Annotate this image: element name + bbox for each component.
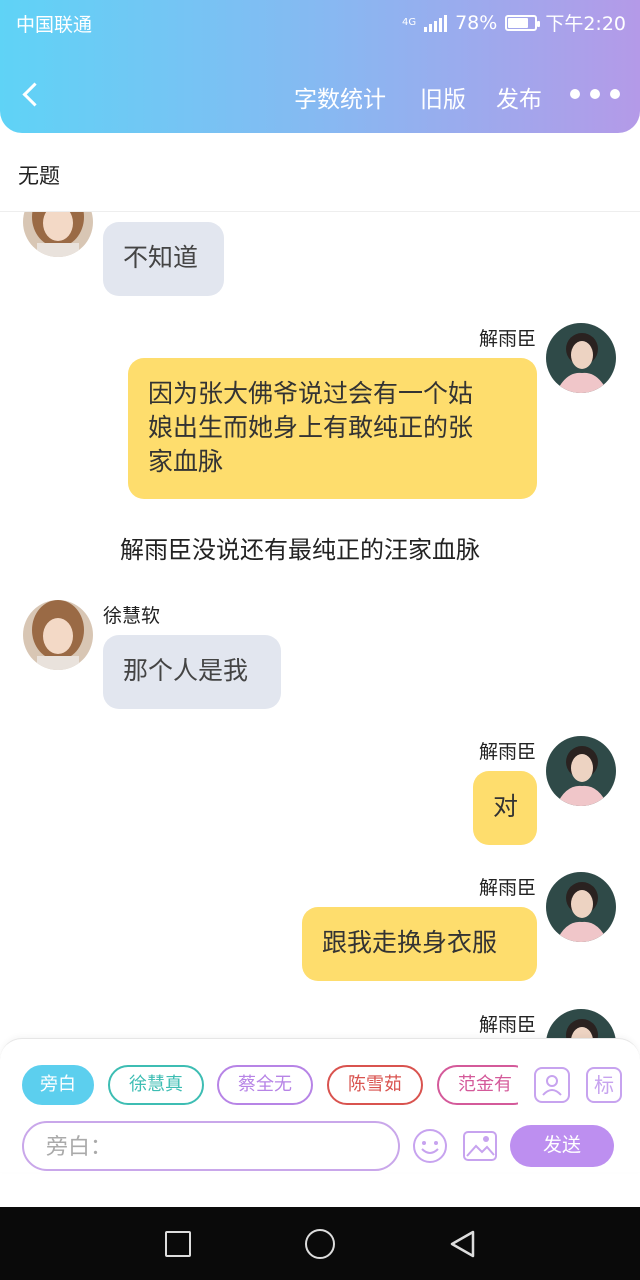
role-chips: 旁白 徐慧真 蔡全无 陈雪茹 范金有 xyxy=(22,1063,518,1107)
publish-button[interactable]: 发布 xyxy=(496,80,542,114)
tag-icon-label: 标 xyxy=(594,1073,614,1097)
man-avatar[interactable] xyxy=(546,872,616,942)
sender-name: 解雨臣 xyxy=(478,328,536,350)
sender-name: 解雨臣 xyxy=(478,741,536,763)
message-input-wrap[interactable] xyxy=(22,1121,400,1171)
message-input[interactable] xyxy=(46,1129,376,1165)
more-options-icon[interactable] xyxy=(570,86,626,102)
man-avatar[interactable] xyxy=(546,736,616,806)
message-text: 跟我走换身衣服 xyxy=(322,928,498,957)
chip-label: 范金有 xyxy=(458,1074,512,1095)
recent-apps-icon[interactable] xyxy=(165,1231,191,1257)
tag-icon[interactable]: 标 xyxy=(586,1067,622,1103)
role-chip[interactable]: 蔡全无 xyxy=(217,1065,313,1105)
status-indicators: 4G 78% 下午2:20 xyxy=(402,9,626,36)
message-text-line: 因为张大佛爷说过会有一个姑 xyxy=(148,379,474,408)
message-bubble[interactable]: 因为张大佛爷说过会有一个姑 娘出生而她身上有敢纯正的张 家血脉 xyxy=(128,358,537,499)
battery-percent: 78% xyxy=(455,11,498,34)
signal-icon xyxy=(424,14,448,32)
battery-fill xyxy=(508,17,529,28)
status-bar: 中国联通 4G 78% 下午2:20 xyxy=(0,0,640,44)
word-count-button[interactable]: 字数统计 xyxy=(294,80,386,114)
carrier-label: 中国联通 xyxy=(16,14,93,36)
chip-label: 旁白 xyxy=(40,1074,76,1095)
back-icon[interactable] xyxy=(448,1229,476,1259)
back-arrow-icon[interactable] xyxy=(18,78,46,110)
send-button[interactable]: 发送 xyxy=(510,1125,614,1167)
story-title: 无题 xyxy=(18,164,60,188)
header: 中国联通 4G 78% 下午2:20 字数统计 旧版 发布 xyxy=(0,0,640,133)
message-bubble[interactable]: 对 xyxy=(473,771,537,845)
man-avatar[interactable] xyxy=(546,1009,616,1038)
message-text-line: 家血脉 xyxy=(148,447,224,476)
sender-name: 徐慧软 xyxy=(103,605,161,627)
message-text: 那个人是我 xyxy=(123,656,249,685)
girl-avatar[interactable] xyxy=(23,212,93,257)
role-chip-narration[interactable]: 旁白 xyxy=(22,1065,94,1105)
message-text: 对 xyxy=(493,792,519,821)
sender-name: 解雨臣 xyxy=(478,1014,536,1036)
chat-area[interactable]: 不知道 解雨臣 因为张大佛爷说过会有一个姑 娘出生而她身上有敢纯正的张 家血脉 … xyxy=(0,212,640,1038)
clock: 下午2:20 xyxy=(545,13,626,35)
smiley-icon[interactable] xyxy=(412,1128,448,1164)
man-avatar[interactable] xyxy=(546,323,616,393)
girl-avatar[interactable] xyxy=(23,600,93,670)
image-icon[interactable] xyxy=(462,1128,498,1164)
message-bubble[interactable]: 那个人是我 xyxy=(103,635,281,709)
battery-icon xyxy=(505,14,541,31)
message-text: 不知道 xyxy=(123,243,199,272)
network-label: 4G xyxy=(401,17,417,28)
message-text-line: 娘出生而她身上有敢纯正的张 xyxy=(148,413,474,442)
title-row[interactable]: 无题 xyxy=(0,140,640,212)
app-screen: 中国联通 4G 78% 下午2:20 字数统计 旧版 发布 无题 不知道 解雨臣… xyxy=(0,0,640,1280)
home-icon[interactable] xyxy=(305,1229,335,1259)
sender-name: 解雨臣 xyxy=(478,877,536,899)
role-chip[interactable]: 范金有 xyxy=(437,1065,518,1105)
role-chip[interactable]: 徐慧真 xyxy=(108,1065,204,1105)
narration-text[interactable]: 解雨臣没说还有最纯正的汪家血脉 xyxy=(0,530,600,565)
input-panel: 旁白 徐慧真 蔡全无 陈雪茹 范金有 标 发送 xyxy=(0,1038,640,1172)
chip-label: 徐慧真 xyxy=(129,1074,183,1095)
system-nav-bar xyxy=(0,1207,640,1280)
network-icon: 4G xyxy=(401,17,417,28)
chip-label: 蔡全无 xyxy=(238,1074,292,1095)
message-bubble[interactable]: 跟我走换身衣服 xyxy=(302,907,537,981)
role-chip[interactable]: 陈雪茹 xyxy=(327,1065,423,1105)
message-bubble[interactable]: 不知道 xyxy=(103,222,224,296)
person-card-icon[interactable] xyxy=(534,1067,570,1103)
chip-label: 陈雪茹 xyxy=(348,1074,402,1095)
old-version-button[interactable]: 旧版 xyxy=(420,80,466,114)
